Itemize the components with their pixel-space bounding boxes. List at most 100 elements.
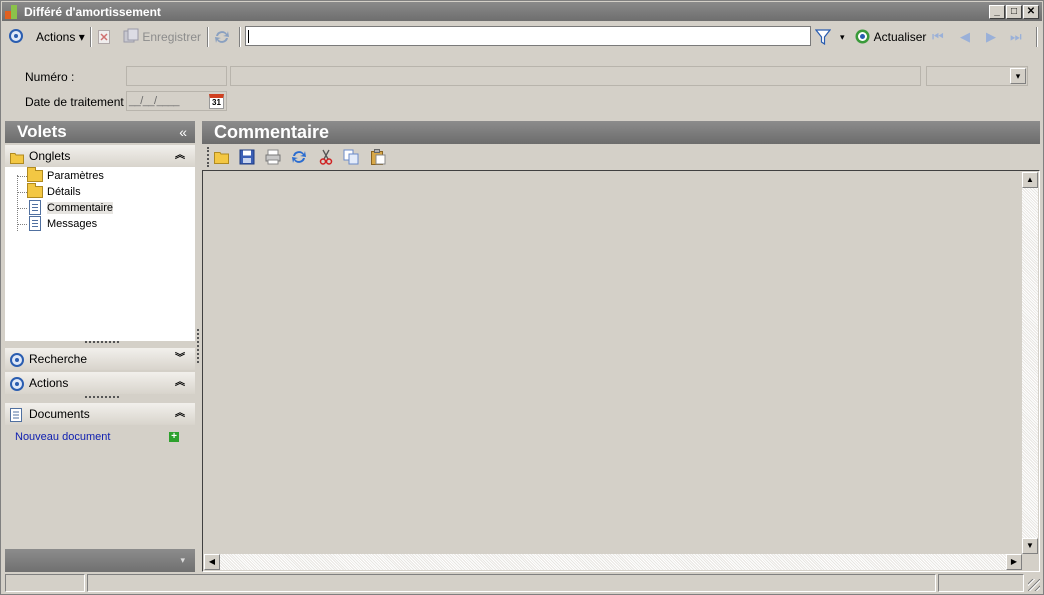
last-record-button[interactable]: ⏭	[1010, 27, 1022, 47]
sync-arrows-icon	[215, 31, 229, 43]
toolbar-separator	[239, 27, 241, 47]
sidebar-panel: Volets « Onglets ︽ Paramètres Détails Co…	[5, 121, 195, 572]
add-document-icon[interactable]: +	[169, 432, 179, 442]
document-icon	[29, 200, 41, 215]
group-documents-label: Documents	[29, 407, 90, 421]
numero-input[interactable]	[126, 66, 227, 86]
numero-label: Numéro :	[25, 70, 75, 84]
refresh-arrows-icon[interactable]	[291, 149, 307, 165]
tabs-tree: Paramètres Détails Commentaire Messages	[5, 167, 195, 341]
filter-dropdown-arrow[interactable]: ▾	[840, 27, 845, 47]
group-actions-label: Actions	[29, 376, 69, 390]
sidebar-title: Volets	[17, 122, 67, 141]
refresh-button[interactable]: Actualiser	[854, 27, 926, 47]
tree-item-label: Paramètres	[47, 170, 104, 182]
calendar-icon[interactable]: 31	[209, 94, 224, 109]
group-actions-header[interactable]: Actions ︽	[5, 372, 195, 394]
folder-icon	[27, 183, 43, 198]
vertical-scrollbar[interactable]: ▲ ▼	[1022, 172, 1038, 554]
status-combo[interactable]: ▾	[926, 66, 1028, 86]
close-button[interactable]: ✕	[1023, 5, 1039, 19]
toolbar-separator	[207, 27, 209, 47]
toolbar-grip[interactable]	[207, 147, 209, 167]
search-input[interactable]	[245, 26, 811, 46]
tree-connector	[17, 192, 27, 193]
actions-menu-button[interactable]: Actions ▾	[36, 27, 85, 47]
scroll-up-button[interactable]: ▲	[1022, 172, 1038, 188]
content-title: Commentaire	[214, 122, 330, 142]
tree-connector	[17, 208, 27, 209]
description-input[interactable]	[230, 66, 921, 86]
group-documents-header[interactable]: Documents ︽	[5, 403, 195, 425]
date-value: __/__/____	[129, 95, 180, 107]
print-icon[interactable]	[265, 149, 281, 165]
scroll-left-button[interactable]: ◀	[204, 554, 220, 570]
tree-item-messages[interactable]: Messages	[27, 216, 97, 232]
panel-resize-grip[interactable]	[85, 396, 119, 399]
panel-resize-grip[interactable]	[85, 341, 119, 344]
tree-item-label: Messages	[47, 218, 98, 230]
chevron-up-icon[interactable]: ︽	[175, 372, 185, 394]
app-icon	[5, 5, 19, 19]
status-bar	[2, 573, 1042, 593]
chevron-down-icon[interactable]: ▾	[1010, 68, 1026, 84]
status-cell	[938, 574, 1024, 592]
save-icon[interactable]	[239, 149, 255, 165]
comment-editor[interactable]: ▲ ▼ ◀ ▶	[202, 170, 1040, 572]
scroll-right-button[interactable]: ▶	[1006, 554, 1022, 570]
status-cell	[87, 574, 936, 592]
actions-menu-label: Actions	[36, 30, 76, 44]
first-record-button[interactable]: ⏮	[932, 27, 944, 47]
chevron-down-icon[interactable]: ▾	[180, 555, 185, 566]
scroll-down-button[interactable]: ▼	[1022, 538, 1038, 554]
chevron-down-icon: ▾	[78, 30, 85, 44]
sync-button[interactable]	[214, 27, 232, 47]
status-cell	[5, 574, 85, 592]
next-record-button[interactable]: ▶	[986, 27, 996, 47]
chevron-down-icon[interactable]: ︾	[175, 348, 185, 370]
navigation-circle-icon[interactable]	[9, 29, 23, 43]
toolbar-separator	[90, 27, 92, 47]
cut-scissors-icon[interactable]	[318, 149, 334, 165]
collapse-sidebar-button[interactable]: «	[179, 121, 187, 143]
tree-connector	[17, 176, 27, 177]
group-recherche-label: Recherche	[29, 352, 88, 366]
save-button[interactable]: Enregistrer	[123, 27, 201, 47]
refresh-icon	[855, 29, 870, 44]
maximize-button[interactable]: □	[1006, 5, 1022, 19]
delete-button[interactable]	[98, 27, 112, 47]
minimize-button[interactable]: _	[989, 5, 1005, 19]
tree-item-parametres[interactable]: Paramètres	[27, 167, 104, 184]
delete-icon	[98, 30, 110, 44]
paste-clipboard-icon[interactable]	[370, 149, 386, 165]
date-input[interactable]: __/__/____ 31	[126, 91, 227, 111]
content-header: Commentaire	[202, 121, 1040, 144]
tree-item-label: Détails	[47, 186, 81, 198]
sidebar-footer: ▾	[5, 549, 195, 572]
folder-icon	[27, 167, 43, 182]
chevron-up-icon[interactable]: ︽	[175, 145, 185, 167]
copy-icon[interactable]	[343, 149, 359, 165]
editor-toolbar	[202, 145, 1040, 169]
application-window: Différé d'amortissement _ □ ✕ Actions ▾ …	[0, 0, 1044, 595]
vertical-splitter-grip[interactable]	[197, 329, 199, 363]
new-document-link[interactable]: Nouveau document	[15, 431, 110, 443]
horizontal-scrollbar[interactable]: ◀ ▶	[204, 554, 1022, 570]
group-recherche-header[interactable]: Recherche ︾	[5, 348, 195, 370]
title-bar[interactable]: Différé d'amortissement _ □ ✕	[2, 2, 1042, 21]
actions-circle-icon	[10, 376, 24, 398]
tree-item-commentaire[interactable]: Commentaire	[27, 200, 114, 216]
document-icon	[29, 216, 41, 231]
window-resize-grip[interactable]	[1028, 579, 1040, 591]
toolbar-separator	[1036, 27, 1038, 47]
previous-record-button[interactable]: ◀	[960, 27, 970, 47]
tree-connector	[17, 175, 18, 231]
open-folder-icon[interactable]	[214, 149, 230, 165]
group-onglets-header[interactable]: Onglets ︽	[5, 145, 195, 167]
refresh-label: Actualiser	[873, 30, 927, 44]
date-label: Date de traitement :	[25, 95, 131, 109]
filter-button[interactable]	[814, 27, 832, 47]
chevron-up-icon[interactable]: ︽	[175, 403, 185, 425]
window-title: Différé d'amortissement	[24, 5, 161, 19]
tree-item-details[interactable]: Détails	[27, 183, 81, 200]
